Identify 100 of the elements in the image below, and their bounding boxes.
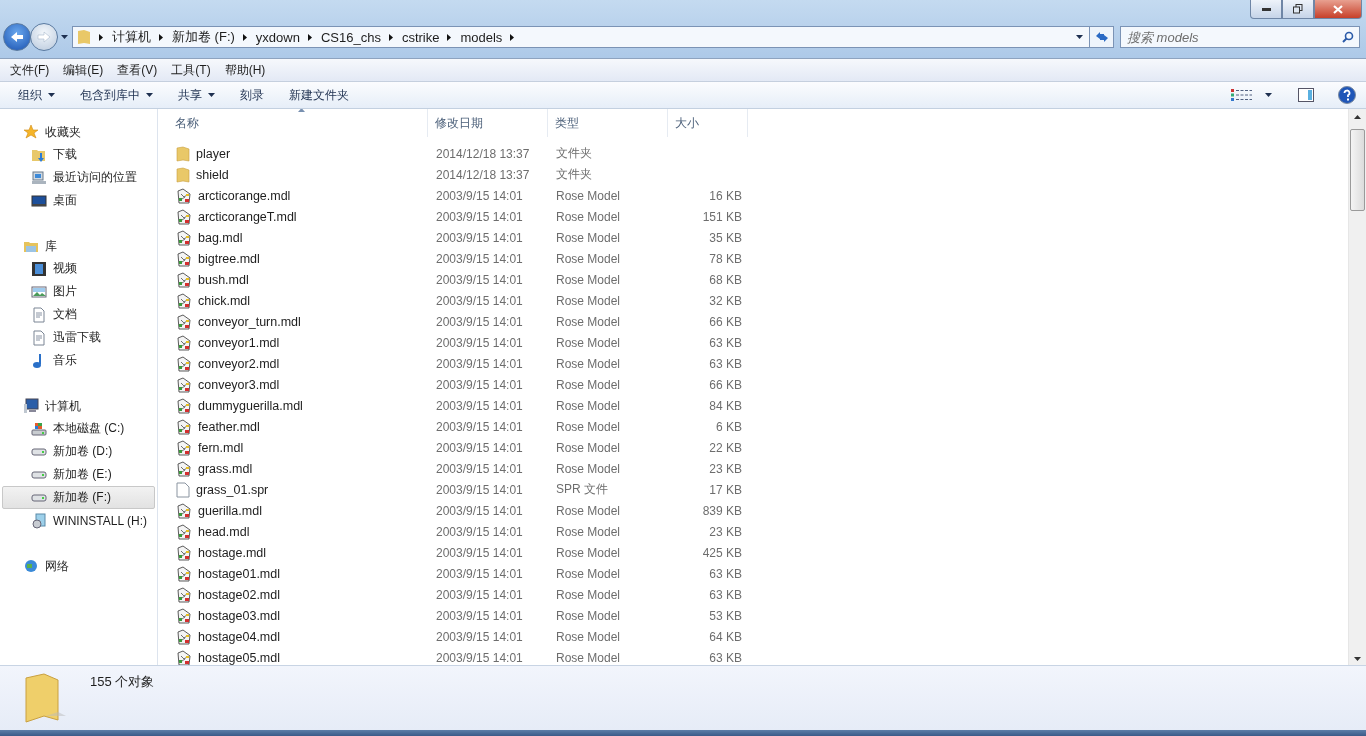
file-name[interactable]: grass_01.spr <box>196 482 269 497</box>
size-cell: 425 KB <box>702 545 742 560</box>
sidebar-item[interactable]: 桌面 <box>2 189 155 212</box>
breadcrumb[interactable]: models <box>460 29 503 45</box>
refresh-button[interactable] <box>1090 26 1114 48</box>
forward-button[interactable] <box>30 23 58 51</box>
sidebar-item[interactable]: 新加卷 (E:) <box>2 463 155 486</box>
toolbar-button[interactable]: 共享 <box>170 83 223 107</box>
toolbar-button[interactable]: 包含到库中 <box>72 83 161 107</box>
sidebar-item[interactable]: 计算机 <box>2 395 155 417</box>
file-name[interactable]: player <box>196 146 231 161</box>
back-button[interactable] <box>3 23 31 51</box>
file-name[interactable]: bigtree.mdl <box>198 251 260 266</box>
sidebar-item[interactable]: 视频 <box>2 257 155 280</box>
date-cell: 2014/12/18 13:37 <box>436 167 530 182</box>
size-cell: 839 KB <box>702 503 742 518</box>
menu-item[interactable]: 编辑(E) <box>56 58 111 82</box>
type-cell: Rose Model <box>556 440 621 455</box>
scroll-up-icon <box>1354 115 1361 119</box>
restore-button[interactable] <box>1282 0 1314 19</box>
search-field[interactable]: 搜索 models <box>1120 26 1360 48</box>
file-name[interactable]: feather.mdl <box>198 419 260 434</box>
scrollbar[interactable] <box>1348 109 1366 665</box>
scroll-down-icon <box>1354 657 1361 661</box>
sidebar-label: 视频 <box>53 260 77 277</box>
file-name[interactable]: conveyor2.mdl <box>198 356 280 371</box>
file-name[interactable]: grass.mdl <box>198 461 253 476</box>
file-name[interactable]: arcticorange.mdl <box>198 188 291 203</box>
file-name[interactable]: fern.mdl <box>198 440 244 455</box>
sidebar-item[interactable]: 文档 <box>2 303 155 326</box>
file-name[interactable]: conveyor_turn.mdl <box>198 314 301 329</box>
date-cell: 2003/9/15 14:01 <box>436 272 523 287</box>
column-header[interactable]: 大小 <box>668 109 748 137</box>
close-button[interactable] <box>1314 0 1362 19</box>
type-cell: Rose Model <box>556 251 621 266</box>
file-name[interactable]: hostage03.mdl <box>198 608 280 623</box>
menu-item[interactable]: 查看(V) <box>110 58 165 82</box>
breadcrumb[interactable]: cstrike <box>401 29 440 45</box>
file-name[interactable]: guerilla.mdl <box>198 503 262 518</box>
toolbar-button[interactable]: 组织 <box>10 83 63 107</box>
breadcrumb[interactable]: 新加卷 (F:) <box>172 28 235 46</box>
size-cell: 16 KB <box>709 188 742 203</box>
file-name[interactable]: head.mdl <box>198 524 250 539</box>
sidebar-item[interactable]: 最近访问的位置 <box>2 166 155 189</box>
minimize-button[interactable] <box>1250 0 1282 19</box>
file-name[interactable]: hostage02.mdl <box>198 587 280 602</box>
view-list-icon[interactable] <box>1231 89 1253 101</box>
model-file-icon <box>176 523 192 540</box>
file-name[interactable]: dummyguerilla.mdl <box>198 398 303 413</box>
sidebar-item[interactable]: 库 <box>2 235 155 257</box>
history-dropdown[interactable] <box>61 35 68 39</box>
scroll-thumb[interactable] <box>1350 129 1365 211</box>
size-cell: 63 KB <box>709 566 742 581</box>
model-file-icon <box>176 565 192 582</box>
date-cell: 2003/9/15 14:01 <box>436 503 523 518</box>
sidebar-item[interactable]: 新加卷 (F:) <box>2 486 155 509</box>
file-name[interactable]: bush.mdl <box>198 272 249 287</box>
date-cell: 2003/9/15 14:01 <box>436 608 523 623</box>
file-name[interactable]: conveyor3.mdl <box>198 377 280 392</box>
model-file-icon <box>176 187 192 204</box>
computer-icon <box>31 169 47 186</box>
breadcrumb[interactable]: CS16_chs <box>320 29 381 45</box>
sidebar-item[interactable]: 音乐 <box>2 349 155 372</box>
file-name[interactable]: conveyor1.mdl <box>198 335 280 350</box>
file-name[interactable]: chick.mdl <box>198 293 251 308</box>
file-name[interactable]: hostage04.mdl <box>198 629 280 644</box>
preview-pane-icon[interactable] <box>1298 88 1314 102</box>
menu-item[interactable]: 文件(F) <box>3 58 57 82</box>
file-name[interactable]: bag.mdl <box>198 230 243 245</box>
model-file-icon <box>176 502 192 519</box>
file-name[interactable]: shield <box>196 167 229 182</box>
sidebar-item[interactable]: 图片 <box>2 280 155 303</box>
column-header[interactable]: 名称 <box>168 109 428 137</box>
model-file-icon <box>176 628 192 645</box>
address-bar[interactable]: 计算机 新加卷 (F:) yxdown CS16_chs cstrike models <box>72 26 1090 48</box>
help-icon[interactable] <box>1338 86 1356 104</box>
type-cell: Rose Model <box>556 188 621 203</box>
type-cell: Rose Model <box>556 524 621 539</box>
file-name[interactable]: hostage.mdl <box>198 545 267 560</box>
sidebar-item[interactable]: 网络 <box>2 555 155 577</box>
sidebar-item[interactable]: 迅雷下载 <box>2 326 155 349</box>
file-name[interactable]: hostage05.mdl <box>198 650 280 665</box>
toolbar-button[interactable]: 刻录 <box>232 83 272 107</box>
sidebar-item[interactable]: 新加卷 (D:) <box>2 440 155 463</box>
toolbar-button[interactable]: 新建文件夹 <box>281 83 357 107</box>
file-name[interactable]: arcticorangeT.mdl <box>198 209 297 224</box>
breadcrumb[interactable]: 计算机 <box>112 28 151 46</box>
breadcrumb[interactable]: yxdown <box>255 29 300 45</box>
sidebar-item[interactable]: 收藏夹 <box>2 121 155 143</box>
type-cell: 文件夹 <box>556 167 592 181</box>
sidebar-item[interactable]: 下载 <box>2 143 155 166</box>
model-file-icon <box>176 607 192 624</box>
menu-item[interactable]: 工具(T) <box>164 58 218 82</box>
column-header[interactable]: 类型 <box>548 109 668 137</box>
sidebar-item[interactable]: 本地磁盘 (C:) <box>2 417 155 440</box>
column-header[interactable]: 修改日期 <box>428 109 548 137</box>
menu-item[interactable]: 帮助(H) <box>217 58 273 82</box>
sidebar-item[interactable]: WININSTALL (H:) <box>2 509 155 532</box>
file-name[interactable]: hostage01.mdl <box>198 566 280 581</box>
sidebar-label: 文档 <box>53 306 77 323</box>
